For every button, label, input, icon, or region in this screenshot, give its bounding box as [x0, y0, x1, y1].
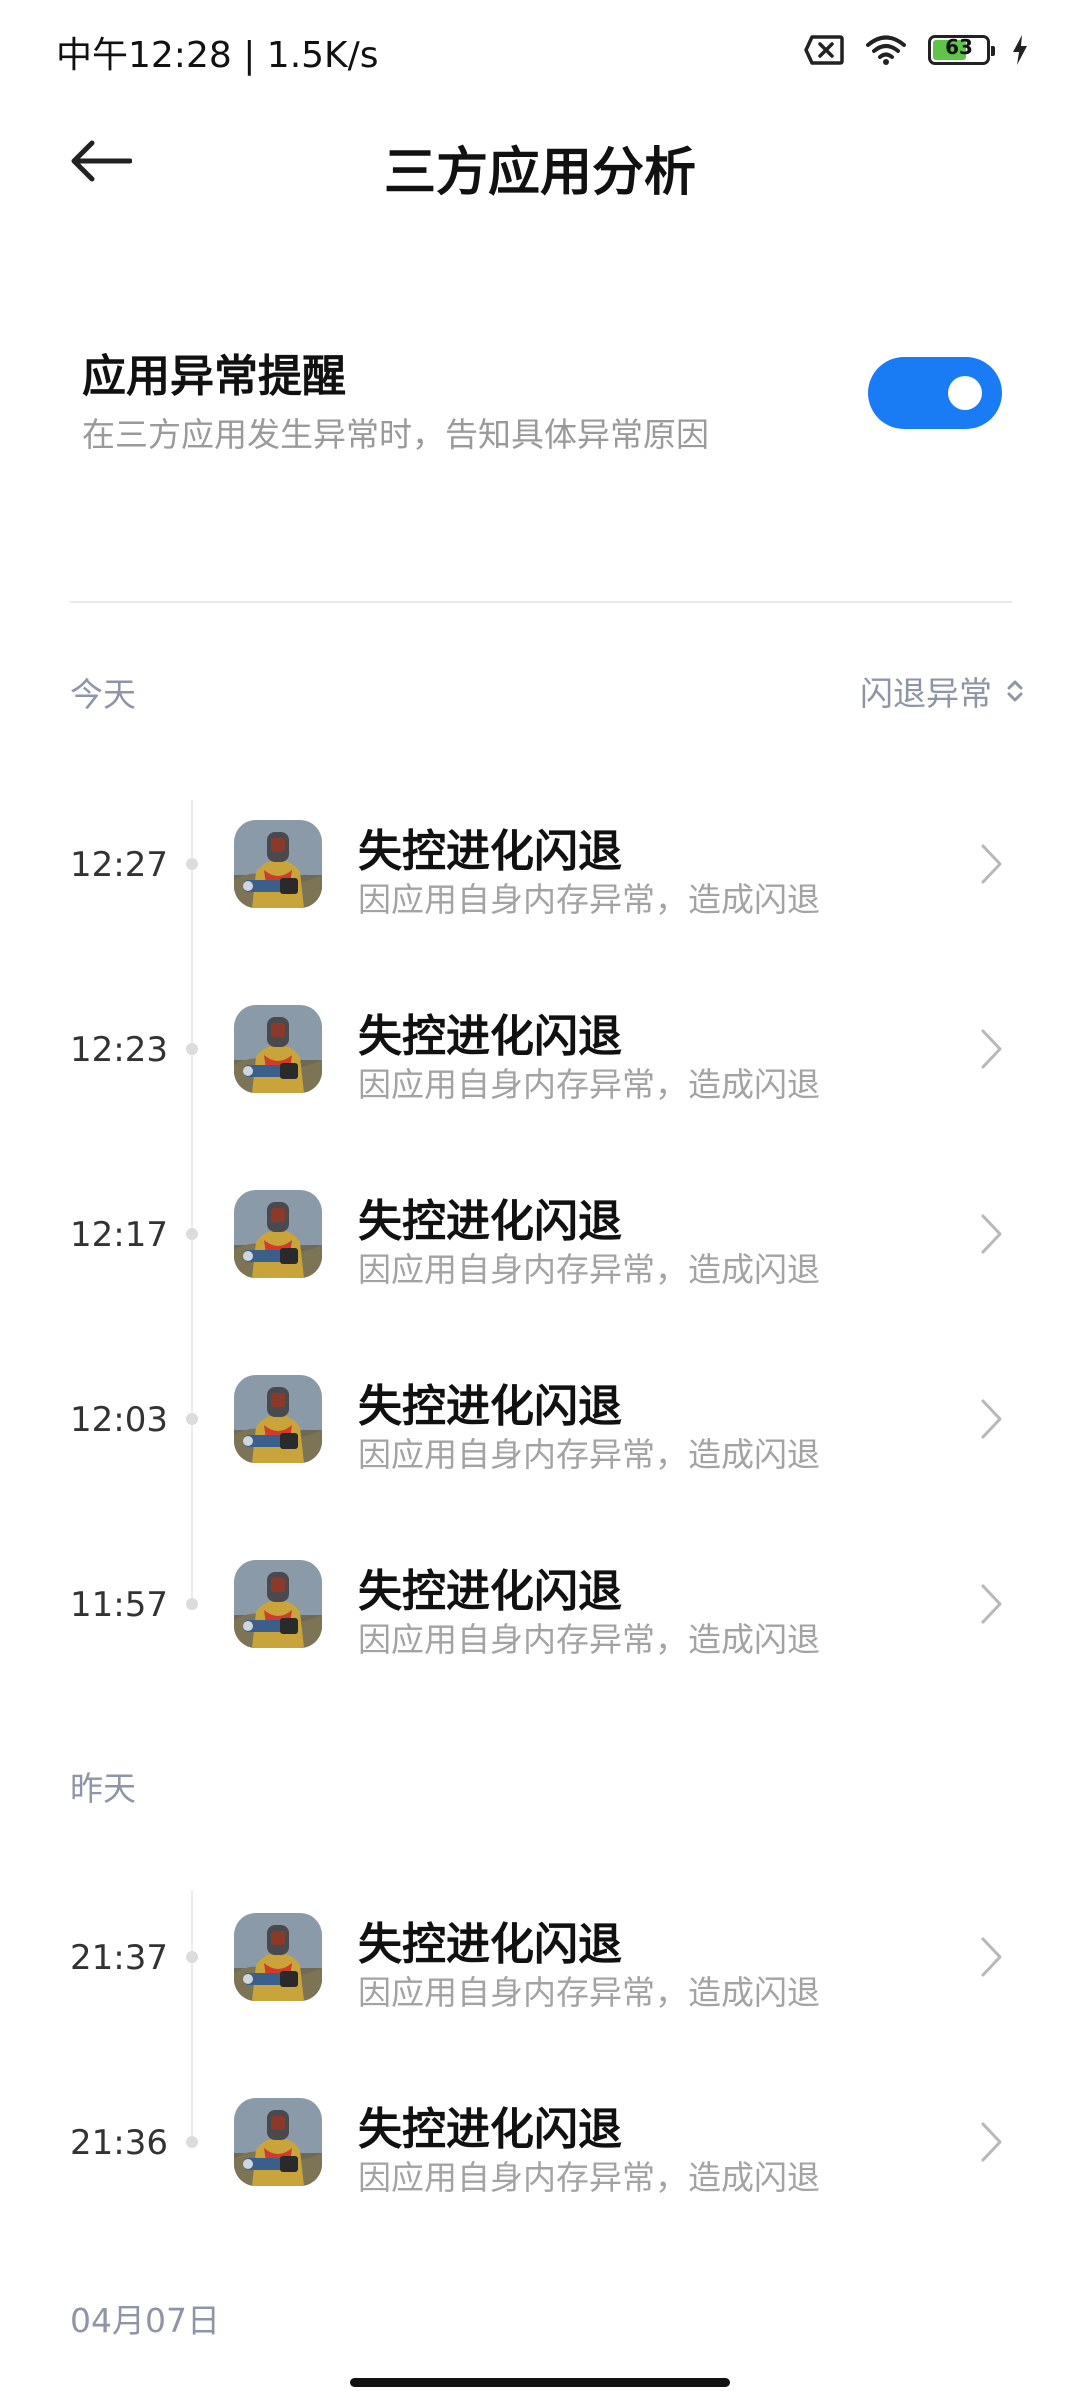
charging-icon	[1013, 35, 1027, 65]
entry-title: 失控进化闪退	[358, 1011, 622, 1062]
status-left: 中午12:28 | 1.5K/s	[56, 26, 379, 78]
timeline-dot	[186, 1043, 198, 1055]
entry-title: 失控进化闪退	[358, 1919, 622, 1970]
app-icon	[234, 1375, 322, 1463]
crash-entry[interactable]: 12:23 失控进化闪退 因应用自身内存异常，造成闪退	[0, 980, 1080, 1120]
entry-description: 因应用自身内存异常，造成闪退	[358, 1250, 820, 1289]
entry-description: 因应用自身内存异常，造成闪退	[358, 2158, 820, 2197]
crash-entry[interactable]: 12:17 失控进化闪退 因应用自身内存异常，造成闪退	[0, 1165, 1080, 1305]
entry-time: 12:23	[70, 1030, 168, 1070]
entry-time: 12:17	[70, 1215, 168, 1255]
wifi-icon	[866, 35, 906, 65]
entry-description: 因应用自身内存异常，造成闪退	[358, 1065, 820, 1104]
header: 三方应用分析	[0, 100, 1080, 220]
sim-error-icon	[804, 35, 844, 65]
filter-dropdown[interactable]: 闪退异常	[860, 667, 1024, 715]
alert-setting-title: 应用异常提醒	[82, 351, 346, 402]
chevron-right-icon	[981, 844, 1002, 884]
chevron-right-icon	[981, 2122, 1002, 2162]
entry-title: 失控进化闪退	[358, 826, 622, 877]
battery-icon: 63	[928, 35, 995, 65]
app-icon	[234, 2098, 322, 2186]
alert-toggle[interactable]	[868, 357, 1002, 429]
entry-time: 21:37	[70, 1938, 168, 1978]
chevron-right-icon	[981, 1214, 1002, 1254]
crash-entry[interactable]: 11:57 失控进化闪退 因应用自身内存异常，造成闪退	[0, 1535, 1080, 1675]
entry-time: 11:57	[70, 1585, 168, 1625]
entry-description: 因应用自身内存异常，造成闪退	[358, 1435, 820, 1474]
entry-description: 因应用自身内存异常，造成闪退	[358, 1973, 820, 2012]
crash-entry[interactable]: 12:03 失控进化闪退 因应用自身内存异常，造成闪退	[0, 1350, 1080, 1490]
status-icons: 63	[804, 30, 1028, 70]
entry-title: 失控进化闪退	[358, 1196, 622, 1247]
entry-description: 因应用自身内存异常，造成闪退	[358, 1620, 820, 1659]
timeline-dot	[186, 858, 198, 870]
alert-setting-description: 在三方应用发生异常时，告知具体异常原因	[82, 415, 709, 454]
filter-label: 闪退异常	[860, 674, 992, 713]
home-indicator[interactable]	[350, 2378, 730, 2387]
status-time: 中午12:28	[56, 35, 232, 76]
divider	[70, 601, 1012, 603]
app-icon	[234, 1190, 322, 1278]
entry-time: 12:27	[70, 845, 168, 885]
timeline-dot	[186, 1951, 198, 1963]
app-icon	[234, 820, 322, 908]
crash-entry[interactable]: 12:27 失控进化闪退 因应用自身内存异常，造成闪退	[0, 795, 1080, 935]
chevron-right-icon	[981, 1584, 1002, 1624]
entry-time: 21:36	[70, 2123, 168, 2163]
chevron-right-icon	[981, 1937, 1002, 1977]
alert-setting-row[interactable]: 应用异常提醒 在三方应用发生异常时，告知具体异常原因	[0, 320, 1080, 460]
crash-entry[interactable]: 21:37 失控进化闪退 因应用自身内存异常，造成闪退	[0, 1888, 1080, 2028]
chevron-right-icon	[981, 1029, 1002, 1069]
toggle-knob	[948, 376, 982, 410]
timeline-dot	[186, 1413, 198, 1425]
sort-chevron-icon	[1007, 680, 1023, 702]
network-speed: 1.5K/s	[266, 35, 379, 76]
crash-entry[interactable]: 21:36 失控进化闪退 因应用自身内存异常，造成闪退	[0, 2073, 1080, 2213]
app-icon	[234, 1005, 322, 1093]
chevron-right-icon	[981, 1399, 1002, 1439]
app-icon	[234, 1913, 322, 2001]
page-title: 三方应用分析	[383, 143, 696, 203]
timeline-dot	[186, 2136, 198, 2148]
battery-level-text: 63	[945, 35, 973, 59]
app-icon	[234, 1560, 322, 1648]
entry-title: 失控进化闪退	[358, 2104, 622, 2155]
section-label-yesterday: 昨天	[70, 1769, 136, 1808]
section-label-date: 04月07日	[70, 2301, 220, 2340]
section-label-today: 今天	[70, 675, 136, 714]
timeline-dot	[186, 1228, 198, 1240]
timeline-dot	[186, 1598, 198, 1610]
entry-title: 失控进化闪退	[358, 1566, 622, 1617]
status-separator: |	[243, 35, 256, 76]
entry-title: 失控进化闪退	[358, 1381, 622, 1432]
entry-description: 因应用自身内存异常，造成闪退	[358, 880, 820, 919]
entry-time: 12:03	[70, 1400, 168, 1440]
status-bar: 中午12:28 | 1.5K/s 63	[0, 0, 1080, 100]
